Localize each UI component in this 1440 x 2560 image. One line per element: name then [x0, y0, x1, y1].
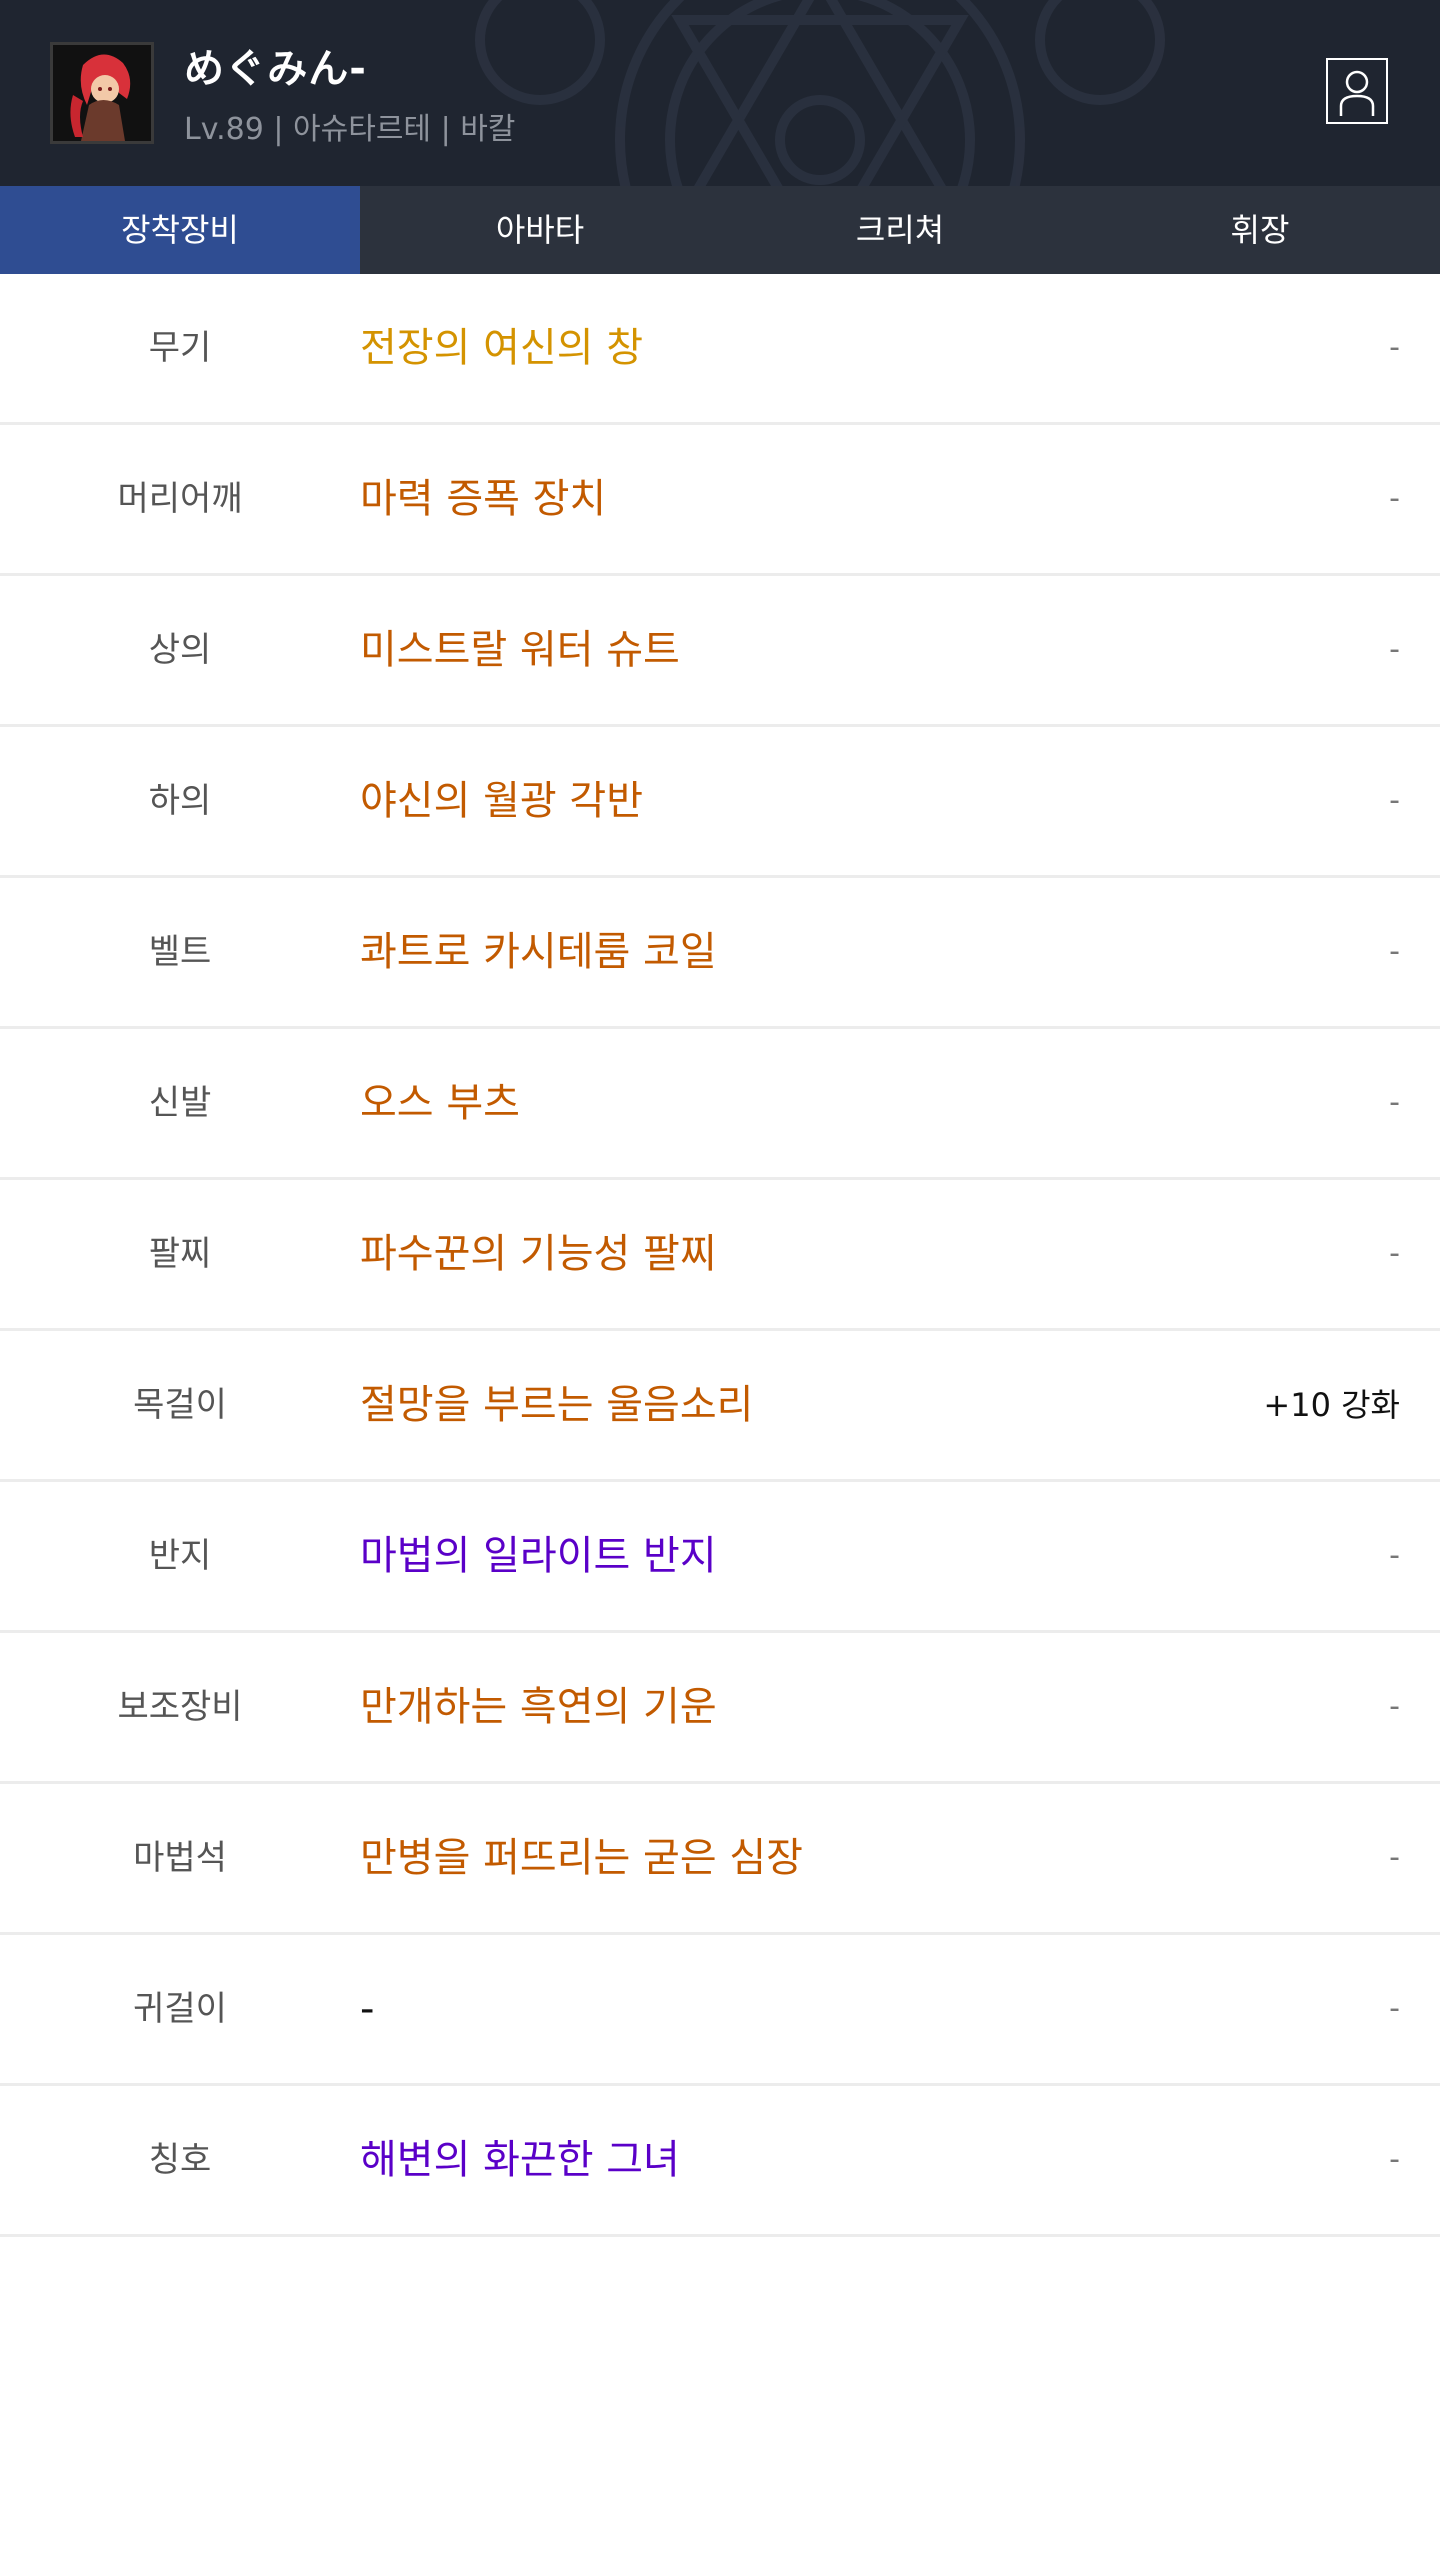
- character-name: めぐみん-: [184, 46, 367, 92]
- character-level-info: Lv.89 | 아슈타르테 | 바칼: [184, 112, 516, 147]
- enhance-level: -: [1389, 1085, 1400, 1120]
- enhance-level: -: [1389, 1236, 1400, 1271]
- enhance-level: -: [1389, 1840, 1400, 1875]
- equipment-row[interactable]: 반지 마법의 일라이트 반지 -: [0, 1482, 1440, 1633]
- enhance-level: -: [1389, 934, 1400, 969]
- slot-label: 하의: [148, 781, 212, 821]
- tab-emblem[interactable]: 휘장: [1080, 186, 1440, 274]
- item-name[interactable]: 해변의 화끈한 그녀: [360, 2086, 680, 2234]
- item-name[interactable]: 절망을 부르는 울음소리: [360, 1331, 753, 1479]
- equipment-list: 무기 전장의 여신의 창 - 머리어깨 마력 증폭 장치 - 상의 미스트랄 워…: [0, 274, 1440, 2237]
- item-name[interactable]: 오스 부츠: [360, 1029, 520, 1177]
- character-avatar: [50, 42, 154, 144]
- equipment-row[interactable]: 벨트 콰트로 카시테룸 코일 -: [0, 878, 1440, 1029]
- enhance-level: -: [1389, 632, 1400, 667]
- enhance-level: -: [1389, 783, 1400, 818]
- item-name[interactable]: -: [360, 1935, 374, 2083]
- slot-label: 귀걸이: [133, 1989, 227, 2029]
- item-name[interactable]: 마법의 일라이트 반지: [360, 1482, 717, 1630]
- slot-label: 벨트: [148, 932, 212, 972]
- equipment-row[interactable]: 신발 오스 부츠 -: [0, 1029, 1440, 1180]
- equipment-row[interactable]: 팔찌 파수꾼의 기능성 팔찌 -: [0, 1180, 1440, 1331]
- enhance-level: -: [1389, 1689, 1400, 1724]
- equipment-row[interactable]: 무기 전장의 여신의 창 -: [0, 274, 1440, 425]
- enhance-level: -: [1389, 1991, 1400, 2026]
- equipment-row[interactable]: 칭호 해변의 화끈한 그녀 -: [0, 2086, 1440, 2237]
- item-name[interactable]: 전장의 여신의 창: [360, 274, 643, 422]
- profile-button[interactable]: [1326, 58, 1388, 124]
- equipment-row[interactable]: 머리어깨 마력 증폭 장치 -: [0, 425, 1440, 576]
- tab-creature[interactable]: 크리쳐: [720, 186, 1080, 274]
- item-name[interactable]: 마력 증폭 장치: [360, 425, 606, 573]
- tab-bar: 장착장비 아바타 크리쳐 휘장: [0, 186, 1440, 274]
- enhance-level: +10 강화: [1263, 1386, 1400, 1424]
- profile-header: めぐみん- Lv.89 | 아슈타르테 | 바칼: [0, 0, 1440, 186]
- enhance-level: -: [1389, 1538, 1400, 1573]
- equipment-row[interactable]: 보조장비 만개하는 흑연의 기운 -: [0, 1633, 1440, 1784]
- person-outline-icon: [1339, 70, 1375, 116]
- slot-label: 팔찌: [148, 1234, 212, 1274]
- slot-label: 보조장비: [117, 1687, 243, 1727]
- slot-label: 신발: [148, 1083, 212, 1123]
- slot-label: 머리어깨: [117, 479, 243, 519]
- equipment-row[interactable]: 귀걸이 - -: [0, 1935, 1440, 2086]
- equipment-row[interactable]: 상의 미스트랄 워터 슈트 -: [0, 576, 1440, 727]
- slot-label: 마법석: [133, 1838, 227, 1878]
- slot-label: 반지: [148, 1536, 212, 1576]
- item-name[interactable]: 파수꾼의 기능성 팔찌: [360, 1180, 717, 1328]
- character-portrait-icon: [53, 45, 151, 141]
- equipment-row[interactable]: 목걸이 절망을 부르는 울음소리 +10 강화: [0, 1331, 1440, 1482]
- item-name[interactable]: 야신의 월광 각반: [360, 727, 643, 875]
- item-name[interactable]: 콰트로 카시테룸 코일: [360, 878, 717, 1026]
- enhance-level: -: [1389, 330, 1400, 365]
- item-name[interactable]: 만병을 퍼뜨리는 굳은 심장: [360, 1784, 803, 1932]
- equipment-row[interactable]: 마법석 만병을 퍼뜨리는 굳은 심장 -: [0, 1784, 1440, 1935]
- tab-avatar[interactable]: 아바타: [360, 186, 720, 274]
- enhance-level: -: [1389, 2142, 1400, 2177]
- slot-label: 상의: [148, 630, 212, 670]
- slot-label: 무기: [148, 328, 212, 368]
- slot-label: 칭호: [148, 2140, 212, 2180]
- equipment-row[interactable]: 하의 야신의 월광 각반 -: [0, 727, 1440, 878]
- item-name[interactable]: 미스트랄 워터 슈트: [360, 576, 680, 724]
- tab-equipped-gear[interactable]: 장착장비: [0, 186, 360, 274]
- slot-label: 목걸이: [133, 1385, 227, 1425]
- enhance-level: -: [1389, 481, 1400, 516]
- item-name[interactable]: 만개하는 흑연의 기운: [360, 1633, 717, 1781]
